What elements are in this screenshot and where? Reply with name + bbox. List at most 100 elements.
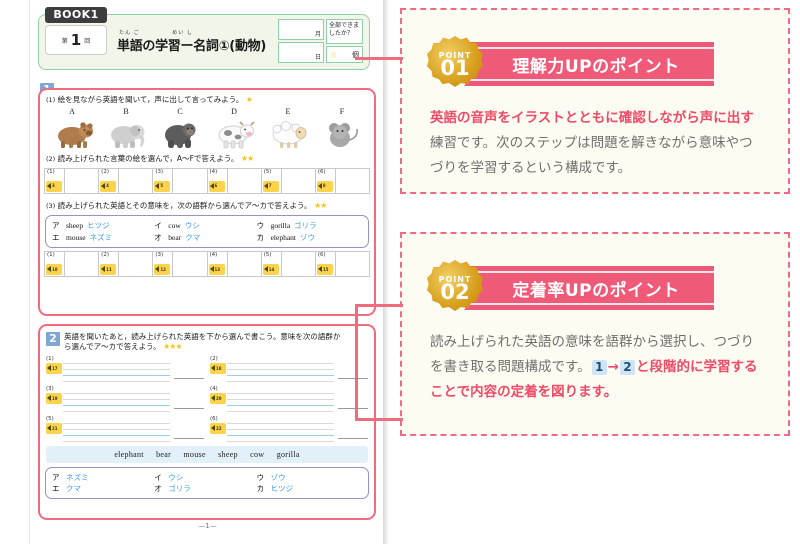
wb-mark: エ: [52, 232, 60, 242]
wb-en: gorilla: [270, 221, 291, 231]
jp-word: クマ: [66, 484, 81, 494]
answer-label: (5): [263, 251, 272, 258]
speaker-icon[interactable]: 6: [208, 180, 225, 192]
answer-pair: (2) 4: [99, 168, 154, 193]
speaker-icon[interactable]: 20: [210, 392, 226, 404]
speaker-icon[interactable]: 17: [46, 362, 62, 374]
answer-input-cell[interactable]: [119, 251, 154, 276]
answer-input-cell[interactable]: [65, 251, 100, 276]
point-ribbon-2: 定着率UPのポイント: [464, 266, 714, 310]
lesson-prefix: 第: [61, 37, 68, 45]
en-bank-word: gorilla: [276, 449, 300, 459]
word-bank-q3: ア sheep ヒツジ イ cow ウシ ウ gorilla ゴリラ エ mou…: [45, 215, 369, 248]
four-line-guide[interactable]: [227, 362, 368, 382]
answer-input-cell[interactable]: [65, 168, 100, 193]
en-bank-word: bear: [156, 449, 172, 459]
answer-pair: (6) 15: [316, 251, 371, 276]
speaker-icon[interactable]: 12: [154, 263, 171, 275]
page-edge-shadow: [383, 0, 389, 544]
answer-input-cell[interactable]: [228, 251, 262, 276]
speaker-icon[interactable]: 22: [210, 422, 226, 434]
answer-label: (1): [47, 168, 55, 175]
q2-num: (2): [46, 154, 56, 163]
speaker-icon[interactable]: 14: [262, 263, 279, 275]
answer-label: (3): [155, 168, 164, 175]
answer-pair: (4) 6: [208, 168, 262, 193]
q3-stars: ★★: [313, 200, 327, 210]
speaker-icon[interactable]: 21: [46, 422, 62, 434]
four-line-guide[interactable]: [63, 392, 204, 412]
date-day-field[interactable]: 日: [278, 42, 324, 63]
audio-track-number: 3: [52, 183, 55, 189]
answer-input-cell[interactable]: [336, 168, 371, 193]
speaker-icon[interactable]: 19: [46, 392, 62, 404]
speaker-icon[interactable]: 13: [208, 263, 225, 275]
speaker-icon[interactable]: 10: [46, 263, 62, 275]
answer-input-cell[interactable]: [336, 251, 371, 276]
audio-track-number: 20: [216, 395, 222, 401]
date-month-field[interactable]: 月: [278, 19, 324, 40]
mini-badge-1: 1: [591, 359, 607, 375]
speaker-icon[interactable]: 8: [316, 180, 333, 192]
writing-row: (5) 21 (6) 22: [46, 416, 368, 442]
speaker-icon[interactable]: 5: [154, 180, 171, 192]
answer-label: (5): [263, 168, 272, 175]
speaker-icon[interactable]: 7: [262, 180, 279, 192]
elephant-illustration: [102, 116, 150, 150]
answer-pair: (3) 5: [153, 168, 208, 193]
point-1-highlight: 英語の音声をイラストとともに確認しながら声に出す: [430, 110, 754, 126]
lesson-suffix: 回: [84, 37, 91, 45]
page-number: —1—: [198, 522, 217, 530]
answer-input-cell[interactable]: [119, 168, 154, 193]
wb-jp: ネズミ: [89, 232, 113, 242]
badge-number: 02: [440, 279, 470, 304]
lesson-number-box: 第 1 回: [45, 25, 107, 55]
answer-label-cell: (5) 7: [262, 168, 282, 193]
wb-jp: ヒツジ: [87, 221, 110, 231]
four-line-guide[interactable]: [63, 422, 204, 442]
audio-track-number: 11: [106, 266, 112, 272]
speaker-icon[interactable]: 3: [46, 180, 62, 192]
writing-cell: (2) 18: [210, 356, 368, 382]
four-line-guide[interactable]: [227, 422, 368, 442]
speaker-icon[interactable]: 4: [100, 180, 117, 192]
word-bank-item: ア sheep ヒツジ: [52, 220, 154, 231]
answer-input-cell[interactable]: [282, 251, 316, 276]
answer-input-cell[interactable]: [173, 168, 208, 193]
answer-input-cell[interactable]: [228, 168, 262, 193]
writing-cell: (4) 20: [210, 386, 368, 412]
gold-star-badge-icon: POINT 01: [427, 36, 483, 87]
wb-jp: クマ: [185, 232, 201, 242]
writing-grid: (1) 17 (2) 18 (3) 19 (4) 20 (5) 21 (6) 2…: [40, 353, 374, 442]
answer-table-q2: (1) 3 (2) 4 (3) 5 (4) 6 (5) 7 (6) 8: [44, 167, 371, 194]
star-count-box[interactable]: ☆ 個: [326, 46, 363, 63]
connector-line-point-1: [355, 57, 403, 60]
answer-label: (4): [209, 251, 218, 258]
speaker-icon[interactable]: 15: [316, 263, 333, 275]
wb-en: bear: [168, 232, 182, 242]
answer-label-cell: (5) 14: [262, 251, 282, 276]
title-ruby-2: めい し: [172, 30, 193, 36]
answer-pair: (1) 10: [45, 251, 100, 276]
section-2-text-line-2: ら選んでア〜カで答えよう。 ★★★: [64, 342, 368, 353]
point-badge-2: POINT 02: [427, 260, 483, 316]
speaker-icon[interactable]: 18: [210, 362, 226, 374]
point-body-1: 英語の音声をイラストとともに確認しながら声に出す練習です。次のステップは問題を解…: [430, 106, 764, 181]
answer-label: (2): [101, 251, 109, 258]
answer-short-line: [338, 407, 368, 409]
title-wrap: たん ご めい し 単語の学習ー名詞①(動物): [117, 29, 292, 54]
answer-input-cell[interactable]: [173, 251, 208, 276]
day-label: 日: [314, 54, 321, 61]
four-line-guide[interactable]: [63, 362, 204, 382]
audio-track-number: 19: [52, 395, 58, 401]
audio-track-number: 6: [214, 183, 218, 189]
audio-track-number: 14: [268, 266, 275, 272]
answer-label-cell: (1) 10: [45, 251, 65, 276]
badge-number: 01: [440, 55, 470, 80]
q2-stars: ★★: [240, 153, 254, 163]
speaker-icon[interactable]: 11: [100, 263, 117, 275]
answer-pair: (5) 7: [262, 168, 316, 193]
answer-input-cell[interactable]: [282, 168, 316, 193]
q1-num: (1): [46, 96, 56, 104]
four-line-guide[interactable]: [227, 392, 368, 412]
